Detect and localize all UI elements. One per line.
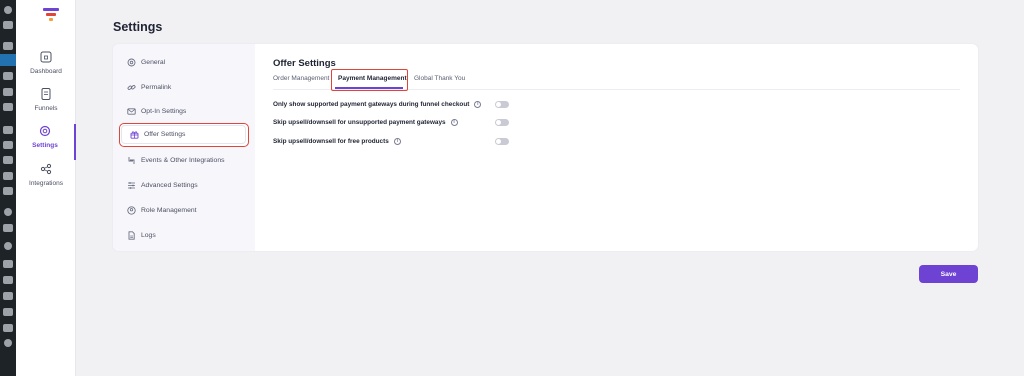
menu-logs-label: Logs bbox=[141, 231, 156, 239]
gear-icon bbox=[127, 58, 136, 66]
content-title: Offer Settings bbox=[273, 58, 336, 69]
settings-menu: General Permalink Opt-In Settings Offer … bbox=[113, 44, 255, 251]
comments-icon[interactable] bbox=[3, 21, 13, 29]
info-icon[interactable]: i bbox=[450, 118, 458, 126]
products-icon[interactable] bbox=[3, 141, 13, 149]
option-label: Only show supported payment gateways dur… bbox=[273, 100, 470, 108]
pages-icon[interactable] bbox=[3, 88, 13, 96]
sync-icon bbox=[128, 156, 135, 164]
menu-role-label: Role Management bbox=[141, 206, 197, 214]
pin-icon[interactable] bbox=[3, 42, 13, 50]
save-button[interactable]: Save bbox=[919, 265, 978, 283]
toggle-supported-gateways[interactable] bbox=[495, 101, 509, 108]
gift-icon bbox=[130, 131, 139, 139]
nav-dashboard-label: Dashboard bbox=[30, 68, 62, 75]
media-icon[interactable] bbox=[3, 72, 13, 80]
tab-order-management[interactable]: Order Management bbox=[273, 75, 329, 82]
menu-optin[interactable]: Opt-In Settings bbox=[127, 104, 186, 118]
menu-permalink[interactable]: Permalink bbox=[127, 80, 171, 94]
menu-permalink-label: Permalink bbox=[141, 83, 172, 91]
payments-icon[interactable] bbox=[3, 156, 13, 164]
wp-admin-sidebar bbox=[0, 0, 16, 376]
link-icon bbox=[127, 84, 136, 90]
menu-events-label: Events & Other Integrations bbox=[141, 156, 225, 164]
tools-icon[interactable] bbox=[3, 260, 13, 268]
mail-icon bbox=[127, 107, 136, 115]
comment-bubble-icon[interactable] bbox=[3, 103, 13, 111]
active-tab-indicator bbox=[335, 87, 403, 89]
circle-plugin-icon[interactable] bbox=[4, 208, 12, 216]
offer-settings-highlight: Offer Settings bbox=[119, 123, 249, 147]
logo-icon bbox=[43, 8, 59, 21]
menu-offer-settings[interactable]: Offer Settings bbox=[122, 126, 245, 143]
option-label: Skip upsell/downsell for unsupported pay… bbox=[273, 118, 446, 126]
home-icon bbox=[40, 51, 52, 63]
woocommerce-icon[interactable] bbox=[3, 126, 13, 134]
appearance-icon[interactable] bbox=[4, 242, 12, 250]
gear-icon bbox=[39, 125, 51, 137]
menu-advanced[interactable]: Advanced Settings bbox=[127, 178, 198, 192]
plugin-nav: Dashboard Funnels Settings Integrations bbox=[16, 0, 76, 376]
wordpress-icon[interactable] bbox=[4, 6, 12, 14]
marketing-icon[interactable] bbox=[3, 187, 13, 195]
option-skip-unsupported: Skip upsell/downsell for unsupported pay… bbox=[273, 117, 458, 127]
funnels-icon bbox=[41, 88, 51, 100]
toggle-skip-free[interactable] bbox=[495, 138, 509, 145]
plugin-active-icon[interactable] bbox=[0, 54, 16, 66]
nav-dashboard[interactable]: Dashboard bbox=[16, 50, 76, 86]
nav-integrations[interactable]: Integrations bbox=[16, 162, 76, 198]
nav-integrations-label: Integrations bbox=[29, 180, 63, 187]
info-icon[interactable]: i bbox=[393, 137, 401, 145]
nav-settings[interactable]: Settings bbox=[16, 124, 76, 160]
folder-icon[interactable] bbox=[3, 224, 13, 232]
file-icon bbox=[128, 230, 135, 240]
tab-bar: Order Management Payment Management Glob… bbox=[273, 69, 960, 91]
nav-settings-label: Settings bbox=[32, 142, 58, 149]
users-icon[interactable] bbox=[3, 292, 13, 300]
info-icon[interactable]: i bbox=[474, 100, 482, 108]
settings-card: General Permalink Opt-In Settings Offer … bbox=[113, 44, 978, 251]
menu-general-label: General bbox=[141, 58, 166, 66]
wrench-icon[interactable] bbox=[3, 308, 13, 316]
plugins-icon[interactable] bbox=[3, 276, 13, 284]
tab-global-thank-you[interactable]: Global Thank You bbox=[414, 75, 465, 82]
menu-role[interactable]: Role Management bbox=[127, 203, 197, 217]
collapse-icon[interactable] bbox=[4, 339, 12, 347]
toggle-skip-unsupported[interactable] bbox=[495, 119, 509, 126]
option-label: Skip upsell/downsell for free products bbox=[273, 137, 389, 145]
menu-advanced-label: Advanced Settings bbox=[141, 181, 198, 189]
nav-funnels[interactable]: Funnels bbox=[16, 87, 76, 123]
share-icon bbox=[40, 163, 52, 175]
tab-payment-management[interactable]: Payment Management bbox=[338, 75, 407, 82]
menu-general[interactable]: General bbox=[127, 55, 165, 69]
settings-admin-icon[interactable] bbox=[3, 324, 13, 332]
option-skip-free: Skip upsell/downsell for free products i bbox=[273, 136, 401, 146]
menu-logs[interactable]: Logs bbox=[127, 228, 156, 242]
nav-funnels-label: Funnels bbox=[34, 105, 58, 112]
menu-offer-settings-label: Offer Settings bbox=[144, 131, 186, 138]
sliders-icon bbox=[128, 181, 135, 189]
menu-events[interactable]: Events & Other Integrations bbox=[127, 153, 225, 167]
analytics-icon[interactable] bbox=[3, 172, 13, 180]
user-icon bbox=[127, 205, 136, 215]
menu-optin-label: Opt-In Settings bbox=[141, 107, 187, 115]
page-title: Settings bbox=[113, 20, 163, 34]
option-supported-gateways: Only show supported payment gateways dur… bbox=[273, 99, 482, 109]
